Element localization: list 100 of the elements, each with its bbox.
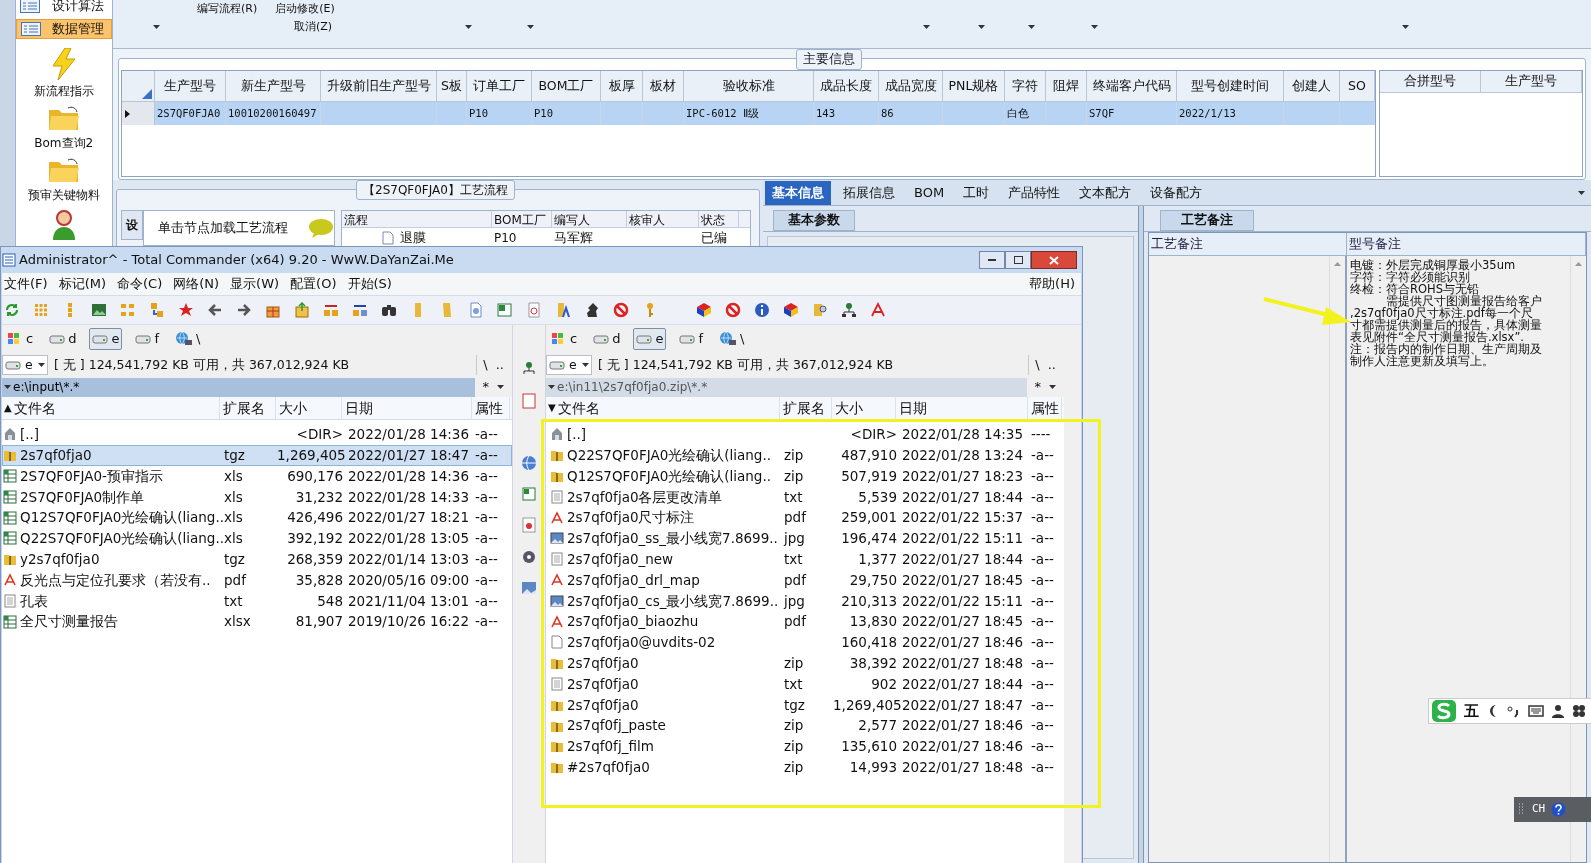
column-header[interactable]: 流程	[342, 211, 492, 227]
file-row[interactable]: 2s7qf0fj_film zip 135,610 2022/01/27 18:46 -a--	[546, 735, 1064, 757]
tab[interactable]: 设备配方	[1143, 180, 1210, 205]
column-header[interactable]: 扩展名	[780, 397, 832, 419]
tab[interactable]: 拓展信息	[836, 180, 902, 205]
input-mode-button[interactable]: 五	[1464, 699, 1479, 723]
column-header[interactable]: ▲文件名	[2, 397, 220, 419]
file-row[interactable]: Q22S7QF0FJA0光绘确认(liang..xls 392,192 2022/01/28 13:05 -a--	[2, 528, 512, 549]
column-header[interactable]: 成品长度	[814, 71, 879, 101]
column-header[interactable]: 日期	[342, 397, 472, 419]
file-row[interactable]: 2s7qf0fja0 tgz 1,269,405 2022/01/27 18:47 -a--	[2, 444, 512, 466]
column-header[interactable]: 大小	[276, 397, 342, 419]
column-header[interactable]: 创建人	[1284, 71, 1340, 101]
toolbar-command[interactable]: 取消(Z)	[294, 18, 333, 35]
column-header[interactable]: 型号创建时间	[1177, 71, 1284, 101]
filter-button[interactable]: *	[1034, 377, 1041, 397]
sub-tab[interactable]: 基本参数	[773, 210, 855, 231]
filter-button[interactable]: *	[482, 377, 489, 397]
file-row[interactable]: 2s7qf0fja0@uvdits-02 160,418 2022/01/27 18:46 -a--	[546, 631, 1064, 653]
column-header[interactable]: ▼文件名	[546, 397, 780, 419]
root-button[interactable]: \	[483, 355, 488, 375]
menu-item[interactable]: 配置(O)	[288, 274, 339, 294]
file-row[interactable]: #2s7qf0fja0 zip 14,993 2022/01/27 18:48 -a--	[546, 756, 1064, 778]
file-row[interactable]: 2s7qf0fja0尺寸标注 pdf 259,001 2022/01/22 15:37 -a--	[546, 507, 1064, 528]
drive-dropdown[interactable]: e	[546, 355, 592, 375]
drive-button[interactable]: \	[172, 328, 204, 350]
file-row[interactable]: 2s7qf0fj_paste zip 2,577 2022/01/27 18:46 -a--	[546, 715, 1064, 736]
sidebar-tile[interactable]: 预审关键物料	[25, 158, 102, 204]
drive-button[interactable]: e	[89, 328, 123, 350]
file-row[interactable]: 2S7QF0FJA0制作单 xls 31,232 2022/01/28 14:33 -a--	[2, 486, 512, 508]
column-header[interactable]: 状态	[699, 211, 739, 227]
file-row[interactable]: 反光点与定位孔要求（若没有.. pdf 35,828 2020/05/16 09:00 -a--	[2, 569, 512, 591]
file-row[interactable]: 孔表 txt 548 2021/11/04 13:01 -a--	[2, 590, 512, 612]
parent-button[interactable]: ..	[1047, 355, 1056, 375]
drive-button[interactable]: f	[676, 328, 706, 350]
file-row[interactable]: [..] <DIR> 2022/01/28 14:36 -a--	[2, 424, 512, 445]
language-button[interactable]: CH	[1532, 801, 1546, 818]
drive-button[interactable]: d	[46, 328, 80, 350]
menu-item[interactable]: 开始(S)	[345, 274, 394, 294]
sidebar-item[interactable]: 数据管理	[15, 19, 112, 39]
column-header[interactable]: 验收标准	[684, 71, 814, 101]
drive-button[interactable]: \	[716, 328, 748, 350]
menu-item[interactable]: 帮助(H)	[1029, 274, 1075, 294]
notes-tab[interactable]: 工艺备注	[1160, 210, 1254, 231]
file-row[interactable]: 2s7qf0fja0_ss_最小线宽7.8699.. jpg 196,474 2022/01/22 15:11 -a--	[546, 528, 1064, 549]
file-row[interactable]: 2s7qf0fja0 txt 902 2022/01/27 18:44 -a--	[546, 673, 1064, 695]
column-header[interactable]: 板厚	[601, 71, 643, 101]
column-header[interactable]: 编写人	[552, 211, 627, 227]
file-row[interactable]: y2s7qf0fja0 tgz 268,359 2022/01/14 13:03 -a--	[2, 548, 512, 570]
tab[interactable]: 基本信息	[765, 180, 831, 205]
column-header[interactable]: 合拼型号	[1380, 71, 1481, 92]
file-row[interactable]: 2s7qf0fja0 zip 38,392 2022/01/27 18:48 -a--	[546, 652, 1064, 674]
column-header[interactable]: 字符	[1005, 71, 1046, 101]
file-row[interactable]: [..] <DIR> 2022/01/28 14:35 ----	[546, 424, 1064, 445]
column-header[interactable]: 扩展名	[220, 397, 276, 419]
menu-item[interactable]: 命令(C)	[115, 274, 165, 294]
tab[interactable]: 工时	[956, 180, 997, 205]
column-header[interactable]: BOM工厂	[492, 211, 552, 227]
column-header[interactable]: 升级前旧生产型号	[321, 71, 437, 101]
file-row[interactable]: 2s7qf0fja0_biaozhu pdf 13,830 2022/01/27 18:45 -a--	[546, 611, 1064, 632]
column-header[interactable]: 属性	[472, 397, 510, 419]
vertical-tab[interactable]: 设	[121, 210, 143, 240]
column-header[interactable]: 属性	[1028, 397, 1062, 419]
column-header[interactable]: 生产型号	[155, 71, 226, 101]
menu-item[interactable]: 网络(N)	[171, 274, 222, 294]
sidebar-item[interactable]: 设计算法	[15, 0, 112, 16]
tab[interactable]: 文本配方	[1072, 180, 1139, 205]
file-row[interactable]: Q12S7QF0FJA0光绘确认(liang..xls 426,496 2022/01/27 18:21 -a--	[2, 507, 512, 528]
column-header[interactable]: 板材	[643, 71, 684, 101]
file-row[interactable]: 2S7QF0FJA0-预审指示 xls 690,176 2022/01/28 14:36 -a--	[2, 465, 512, 487]
drive-button[interactable]: f	[132, 328, 162, 350]
column-header[interactable]: 成品宽度	[879, 71, 943, 101]
column-header[interactable]: SO	[1340, 71, 1375, 101]
column-header[interactable]: 新生产型号	[226, 71, 321, 101]
sidebar-tile[interactable]: 新流程指示	[31, 48, 96, 100]
column-header[interactable]: 核审人	[627, 211, 699, 227]
column-header[interactable]: 大小	[832, 397, 896, 419]
drive-button[interactable]: c	[548, 328, 581, 350]
drive-dropdown[interactable]: e	[2, 355, 48, 375]
file-row[interactable]: 2s7qf0fja0_drl_map pdf 29,750 2022/01/27 18:45 -a--	[546, 569, 1064, 591]
sidebar-tile[interactable]: Bom查询2	[32, 106, 96, 152]
root-button[interactable]: \	[1035, 355, 1040, 375]
column-header[interactable]: 阻焊	[1046, 71, 1087, 101]
column-header[interactable]: 日期	[896, 397, 1028, 419]
column-header[interactable]: S板	[437, 71, 467, 101]
toolbar-command[interactable]: 编写流程(R)	[197, 1, 258, 18]
file-row[interactable]: Q22S7QF0FJA0光绘确认(liang.. zip 487,910 2022/01/28 13:24 -a--	[546, 444, 1064, 466]
path-bar[interactable]: e:\input\*.*	[2, 377, 475, 397]
file-row[interactable]: 全尺寸测量报告 xlsx 81,907 2019/10/26 16:22 -a--	[2, 611, 512, 632]
drive-button[interactable]: d	[590, 328, 624, 350]
tab[interactable]: BOM	[907, 180, 952, 205]
column-header[interactable]: PNL规格	[943, 71, 1005, 101]
file-row[interactable]: Q12S7QF0FJA0光绘确认(liang.. zip 507,919 2022/01/27 18:23 -a--	[546, 465, 1064, 487]
file-row[interactable]: 2s7qf0fja0_new txt 1,377 2022/01/27 18:44 -a--	[546, 548, 1064, 570]
parent-button[interactable]: ..	[495, 355, 504, 375]
file-row[interactable]: 2s7qf0fja0各层更改清单 txt 5,539 2022/01/27 18:44 -a--	[546, 486, 1064, 508]
tab[interactable]: 产品特性	[1001, 180, 1068, 205]
file-row[interactable]: 2s7qf0fja0 tgz 1,269,4052022/01/27 18:47 -a--	[546, 694, 1064, 716]
menu-item[interactable]: 标记(M)	[56, 274, 108, 294]
column-header[interactable]: 工艺备注	[1149, 233, 1347, 255]
